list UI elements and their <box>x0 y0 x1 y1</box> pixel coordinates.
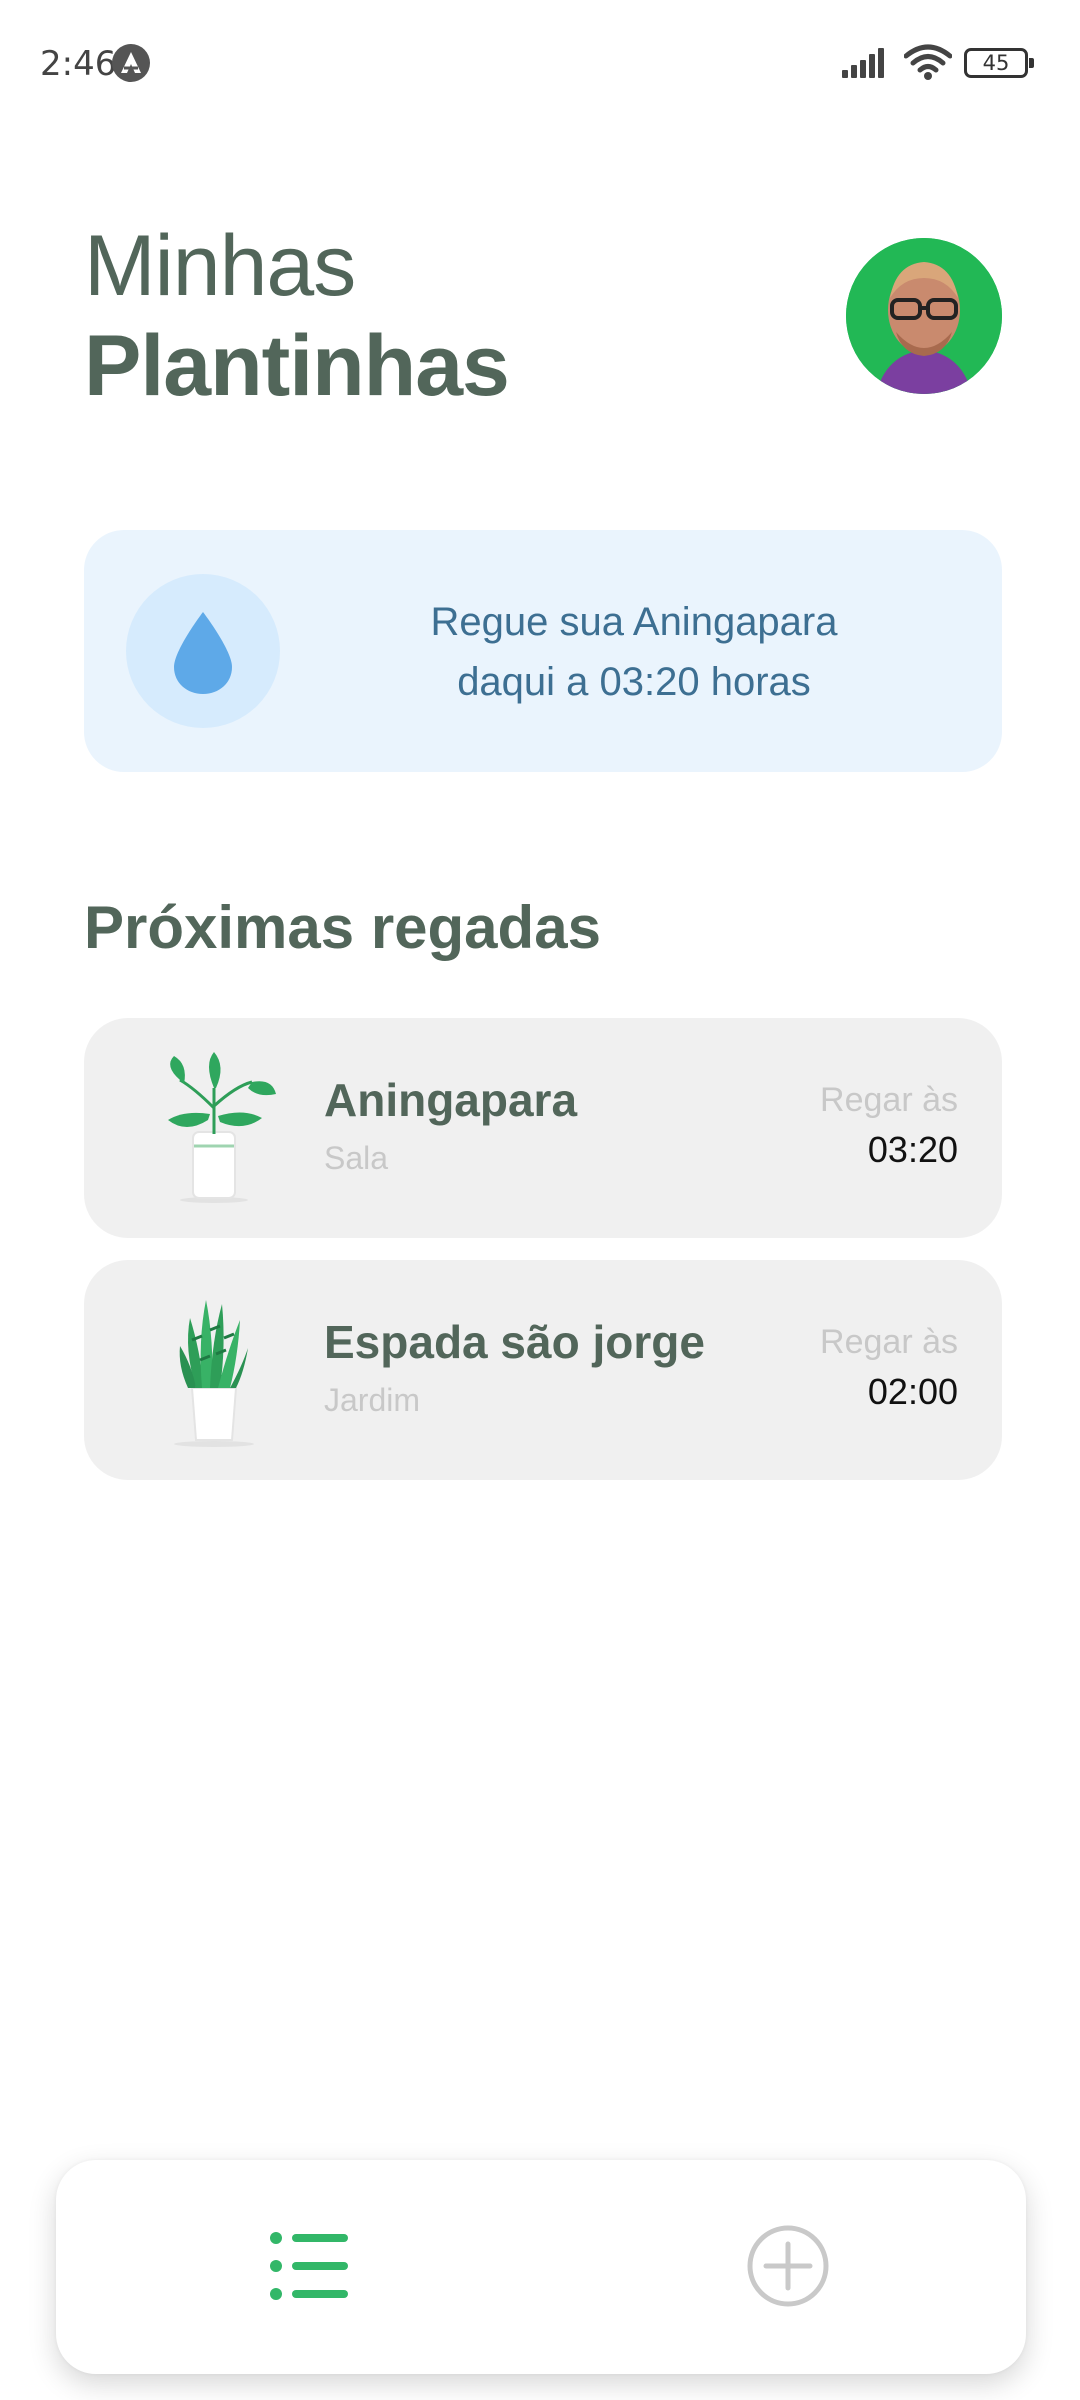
tab-add[interactable] <box>736 2214 840 2318</box>
potted-leafy-plant-icon <box>144 1048 284 1208</box>
plant-card-espada-sao-jorge[interactable]: Espada são jorge Jardim Regar às 02:00 <box>84 1260 1002 1480</box>
avatar[interactable] <box>846 238 1002 394</box>
plant-name: Espada são jorge <box>324 1316 705 1368</box>
signal-icon <box>842 46 890 83</box>
tab-list[interactable] <box>258 2214 362 2318</box>
water-time: 02:00 <box>867 1371 958 1412</box>
status-bar: 2:46 45 <box>0 0 1080 128</box>
greeting-title: Minhas <box>84 218 356 314</box>
water-drop-icon <box>126 574 280 728</box>
list-icon <box>270 2232 348 2300</box>
water-time-label: Regar às <box>820 1081 958 1119</box>
tip-line-1: Regue sua Aningapara <box>430 600 838 644</box>
greeting-subtitle: Plantinhas <box>84 318 510 414</box>
battery-level: 45 <box>982 51 1010 75</box>
wifi-icon <box>903 44 953 85</box>
add-circle-icon <box>747 2225 829 2307</box>
plant-name: Aningapara <box>324 1074 578 1126</box>
status-time: 2:46 <box>40 44 117 84</box>
app-notification-icon <box>112 44 150 82</box>
watering-tip-card: Regue sua Aningapara daqui a 03:20 horas <box>84 530 1002 772</box>
water-time: 03:20 <box>867 1129 958 1170</box>
watering-tip-text: Regue sua Aningapara daqui a 03:20 horas <box>314 592 954 712</box>
plant-card-aningapara[interactable]: Aningapara Sala Regar às 03:20 <box>84 1018 1002 1238</box>
battery-icon: 45 <box>964 48 1034 78</box>
water-time-label: Regar às <box>820 1323 958 1361</box>
section-title: Próximas regadas <box>84 894 601 961</box>
bottom-tab-bar <box>56 2160 1026 2374</box>
plant-room: Jardim <box>324 1382 421 1418</box>
plant-room: Sala <box>324 1140 389 1176</box>
potted-snake-plant-icon <box>144 1290 284 1450</box>
tip-line-2: daqui a 03:20 horas <box>457 660 811 704</box>
